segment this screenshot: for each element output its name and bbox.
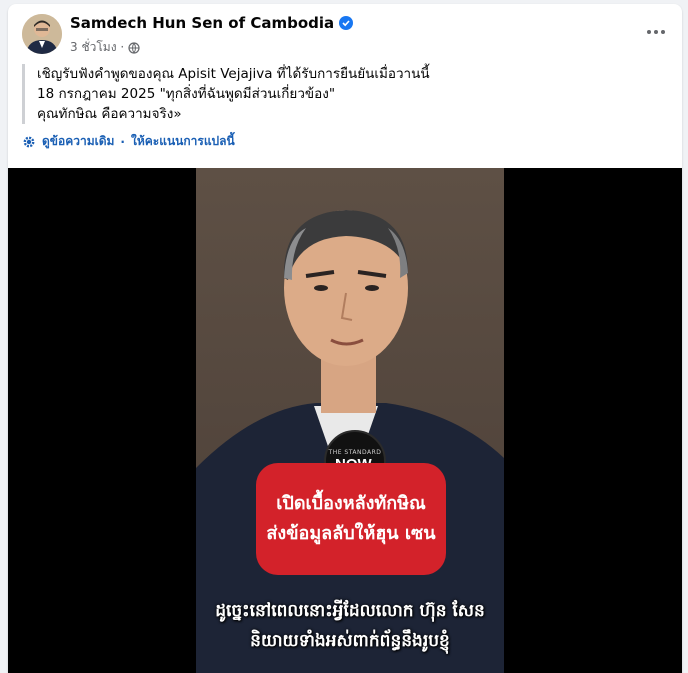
verified-badge-icon xyxy=(339,16,354,30)
post-text: เชิญรับฟังคำพูดของคุณ Apisit Vejajiva ที… xyxy=(22,64,662,124)
subtitle-line: ដូច្នេះនៅពេលនោះអ្វីដែលលោក ហ៊ុន សែន xyxy=(215,601,485,621)
avatar[interactable] xyxy=(22,14,62,54)
headline-box: เปิดเบื้องหลังทักษิณ ส่งข้อมูลลับให้ฮุน … xyxy=(256,463,446,575)
separator: · xyxy=(120,134,125,149)
post-timestamp[interactable]: 3 ชั่วโมง · xyxy=(70,38,124,57)
rate-translation-link[interactable]: ให้คะแนนการแปลนี้ xyxy=(131,132,235,151)
gear-icon xyxy=(23,136,35,147)
globe-icon xyxy=(128,41,140,54)
facebook-post: Samdech Hun Sen of Cambodia 3 ชั่วโมง · … xyxy=(8,4,682,673)
speaker-image xyxy=(196,168,504,673)
post-meta: 3 ชั่วโมง · xyxy=(70,38,140,57)
headline-line: ส่งข้อมูลลับให้ฮุน เซน xyxy=(266,523,436,544)
post-header: Samdech Hun Sen of Cambodia 3 ชั่วโมง · xyxy=(8,4,682,64)
subtitle-line: និយាយទាំងអស់ពាក់ព័ន្ធនឹងរូបខ្ញុំ xyxy=(250,631,450,651)
post-text-line: 18 กรกฎาคม 2025 "ทุกสิ่งที่ฉันพูดมีส่วนเ… xyxy=(37,86,336,102)
page-name-link[interactable]: Samdech Hun Sen of Cambodia xyxy=(70,14,354,32)
video-player[interactable]: THE STANDARD NOW. เปิดเบื้องหลังทักษิณ ส… xyxy=(8,168,682,673)
dot xyxy=(647,30,651,34)
see-original-link[interactable]: ดูข้อความเดิม xyxy=(42,132,114,151)
post-text-line: เชิญรับฟังคำพูดของคุณ Apisit Vejajiva ที… xyxy=(37,66,430,82)
page-name[interactable]: Samdech Hun Sen of Cambodia xyxy=(70,14,334,32)
more-options-icon[interactable] xyxy=(644,22,668,42)
post-text-line: คุณทักษิณ คือความจริง» xyxy=(37,106,182,122)
post-content: เชิญรับฟังคำพูดของคุณ Apisit Vejajiva ที… xyxy=(22,64,662,151)
headline-line: เปิดเบื้องหลังทักษิณ xyxy=(276,493,426,514)
video-frame: THE STANDARD NOW. เปิดเบื้องหลังทักษิณ ส… xyxy=(196,168,504,673)
logo-small-text: THE STANDARD xyxy=(328,449,382,456)
dot xyxy=(654,30,658,34)
dot xyxy=(661,30,665,34)
translation-bar: ดูข้อความเดิม · ให้คะแนนการแปลนี้ xyxy=(22,132,662,151)
